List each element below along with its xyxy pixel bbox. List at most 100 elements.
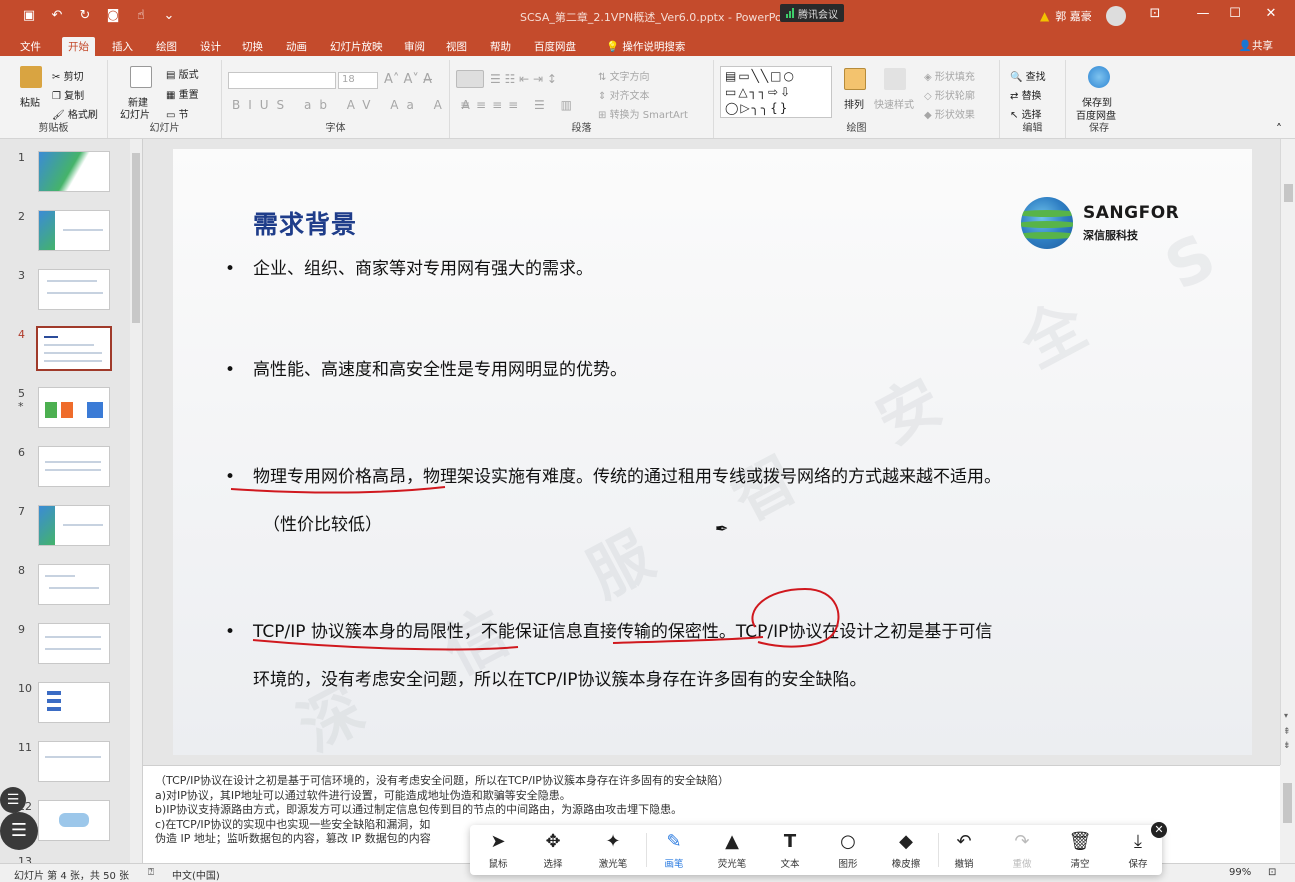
shapes-gallery[interactable]: ▤▭╲╲□○ ▭△┐┐⇨⇩ ◯▷╮╮{} bbox=[720, 66, 832, 118]
pen-tool-highlighter[interactable]: ▲ 荧光笔 bbox=[704, 831, 760, 870]
touch-mode-icon[interactable]: ☝ bbox=[132, 8, 150, 23]
bullet-1[interactable]: • 企业、组织、商家等对专用网有强大的需求。 bbox=[225, 256, 593, 282]
pen-tool-laser[interactable]: ✦ 激光笔 bbox=[585, 831, 641, 870]
tab-review[interactable]: 审阅 bbox=[398, 37, 431, 56]
reset-button[interactable]: ▦ 重置 bbox=[166, 86, 199, 101]
prev-slide-icon[interactable]: ⇞ bbox=[1283, 727, 1291, 737]
list-menu-icon[interactable]: ☰ bbox=[0, 812, 38, 850]
cut-button[interactable]: ✂ 剪切 bbox=[52, 68, 84, 83]
scroll-thumb[interactable] bbox=[1284, 184, 1293, 202]
baidu-cloud-icon[interactable] bbox=[1088, 66, 1110, 88]
pen-tool-undo[interactable]: ↶ 撤销 bbox=[936, 831, 992, 870]
pen-tool-clear[interactable]: 🗑 清空 bbox=[1052, 831, 1108, 870]
tab-help[interactable]: 帮助 bbox=[484, 37, 517, 56]
tab-design[interactable]: 设计 bbox=[194, 37, 227, 56]
scroll-down-icon[interactable]: ▾ bbox=[1284, 711, 1288, 720]
tab-baidu[interactable]: 百度网盘 bbox=[528, 37, 582, 56]
notes-scrollbar[interactable] bbox=[1280, 765, 1295, 863]
quick-styles-button[interactable]: 快速样式 bbox=[874, 96, 914, 111]
editor-scrollbar[interactable]: ▾ ⇞ ⇟ bbox=[1280, 139, 1295, 765]
menu-icon[interactable]: ☰ bbox=[0, 787, 26, 813]
pen-tool-mouse[interactable]: ➤ 鼠标 bbox=[470, 831, 526, 870]
thumbnail-7[interactable]: 7 bbox=[0, 505, 130, 555]
bullet-3[interactable]: • 物理专用网价格高昂，物理架设实施有难度。传统的通过租用专线或拨号网络的方式越来… bbox=[225, 464, 1001, 490]
thumbnail-11[interactable]: 11 bbox=[0, 741, 130, 791]
thumbnail-3[interactable]: 3 bbox=[0, 269, 130, 319]
find-button[interactable]: 🔍 查找 bbox=[1010, 68, 1046, 83]
thumbnail-2[interactable]: 2 bbox=[0, 210, 130, 260]
customize-qat-icon[interactable]: ⌄ bbox=[160, 8, 178, 23]
tell-me-search[interactable]: 💡 操作说明搜索 bbox=[600, 37, 691, 56]
align-icons[interactable]: ≡≡≡≡ ☰ ▥ bbox=[460, 98, 578, 112]
tab-view[interactable]: 视图 bbox=[440, 37, 473, 56]
avatar[interactable] bbox=[1106, 6, 1126, 26]
copy-button[interactable]: ❐ 复制 bbox=[52, 87, 84, 102]
undo-icon[interactable]: ↶ bbox=[48, 8, 66, 23]
zoom-level[interactable]: 99% bbox=[1229, 867, 1251, 878]
layout-button[interactable]: ▤ 版式 bbox=[166, 66, 199, 81]
paste-icon[interactable] bbox=[20, 66, 42, 88]
bullet-4-cont[interactable]: 环境的，没有考虑安全问题，所以在TCP/IP协议簇本身存在许多固有的安全缺陷。 bbox=[253, 667, 867, 693]
thumbnail-9[interactable]: 9 bbox=[0, 623, 130, 673]
thumbnail-1[interactable]: 1 bbox=[0, 151, 130, 201]
slide-title[interactable]: 需求背景 bbox=[253, 205, 357, 241]
tab-transitions[interactable]: 切换 bbox=[236, 37, 269, 56]
next-slide-icon[interactable]: ⇟ bbox=[1283, 741, 1291, 751]
pen-tool-pen[interactable]: ✎ 画笔 bbox=[646, 831, 702, 870]
close-icon[interactable]: ✕ bbox=[1256, 6, 1286, 21]
paste-button[interactable]: 粘贴 bbox=[20, 94, 40, 109]
thumbnail-5[interactable]: 5 * bbox=[0, 387, 130, 437]
align-text-button[interactable]: ⇕ 对齐文本 bbox=[598, 87, 650, 102]
fit-slide-icon[interactable]: ⊡ bbox=[1268, 867, 1276, 878]
grow-font-icon[interactable]: A˄ A˅ A̶ bbox=[384, 72, 432, 87]
minimize-icon[interactable]: — bbox=[1188, 6, 1218, 21]
thumbnail-scrollbar[interactable] bbox=[130, 139, 142, 863]
list-icons[interactable]: ☰ ☷ ⇤ ⇥ ↕ bbox=[490, 72, 557, 86]
shape-fill-button[interactable]: ◈ 形状填充 bbox=[924, 68, 975, 83]
text-direction-button[interactable]: ⇅ 文字方向 bbox=[598, 68, 650, 83]
tab-draw[interactable]: 绘图 bbox=[150, 37, 183, 56]
language-indicator[interactable]: 中文(中国) bbox=[172, 867, 220, 882]
tab-file[interactable]: 文件 bbox=[14, 37, 47, 56]
tab-insert[interactable]: 插入 bbox=[106, 37, 139, 56]
tab-animations[interactable]: 动画 bbox=[280, 37, 313, 56]
pen-tool-select[interactable]: ✥ 选择 bbox=[525, 831, 581, 870]
new-slide-icon[interactable] bbox=[130, 66, 152, 88]
thumbnail-10[interactable]: 10 bbox=[0, 682, 130, 732]
share-button[interactable]: 👤共享 bbox=[1239, 38, 1273, 53]
pen-tool-text[interactable]: T 文本 bbox=[762, 831, 818, 870]
thumbnail-13[interactable]: 13 bbox=[0, 855, 130, 863]
slide-canvas[interactable]: 深 信 服 智 安 全 S C S A 需求背景 SANGFOR 深信服科技 •… bbox=[173, 149, 1252, 755]
close-toolbar-icon[interactable]: ✕ bbox=[1151, 822, 1167, 838]
arrange-icon[interactable] bbox=[844, 68, 866, 90]
tab-slideshow[interactable]: 幻灯片放映 bbox=[324, 37, 389, 56]
scroll-thumb[interactable] bbox=[1283, 783, 1292, 823]
pen-tool-redo[interactable]: ↷ 重做 bbox=[994, 831, 1050, 870]
ribbon-display-icon[interactable]: ⊡ bbox=[1140, 6, 1170, 21]
bullets-icon[interactable] bbox=[456, 70, 484, 88]
bullet-4[interactable]: • TCP/IP 协议簇本身的局限性，不能保证信息直接传输的保密性。TCP/IP协… bbox=[225, 619, 992, 645]
pen-tool-shape[interactable]: ○ 图形 bbox=[820, 831, 876, 870]
tab-home[interactable]: 开始 bbox=[62, 37, 95, 56]
font-name-field[interactable] bbox=[228, 72, 336, 89]
font-format-icons[interactable]: BIUS ab AV Aa A A bbox=[232, 98, 478, 112]
presenter-icon[interactable]: ◙ bbox=[104, 8, 122, 23]
shape-outline-button[interactable]: ◇ 形状轮廓 bbox=[924, 87, 975, 102]
thumbnail-8[interactable]: 8 bbox=[0, 564, 130, 614]
warning-icon[interactable]: ▲ bbox=[1040, 9, 1049, 23]
scroll-thumb[interactable] bbox=[132, 153, 140, 323]
replace-button[interactable]: ⇄ 替换 bbox=[1010, 87, 1042, 102]
pen-tool-eraser[interactable]: ◆ 橡皮擦 bbox=[878, 831, 934, 870]
meeting-indicator[interactable]: 腾讯会议 bbox=[780, 4, 844, 22]
spellcheck-icon[interactable]: ⍰ bbox=[148, 867, 154, 878]
thumbnail-6[interactable]: 6 bbox=[0, 446, 130, 496]
bullet-3-note[interactable]: （性价比较低） bbox=[263, 512, 382, 538]
quick-styles-icon[interactable] bbox=[884, 68, 906, 90]
collapse-ribbon-icon[interactable]: ˄ bbox=[1276, 122, 1282, 136]
redo-icon[interactable]: ↻ bbox=[76, 8, 94, 23]
user-area[interactable]: ▲ 郭 嘉豪 bbox=[1040, 8, 1092, 24]
thumbnail-4[interactable]: 4 bbox=[0, 326, 130, 378]
font-size-field[interactable]: 18 bbox=[338, 72, 378, 89]
bullet-2[interactable]: • 高性能、高速度和高安全性是专用网明显的优势。 bbox=[225, 357, 627, 383]
arrange-button[interactable]: 排列 bbox=[844, 96, 864, 111]
